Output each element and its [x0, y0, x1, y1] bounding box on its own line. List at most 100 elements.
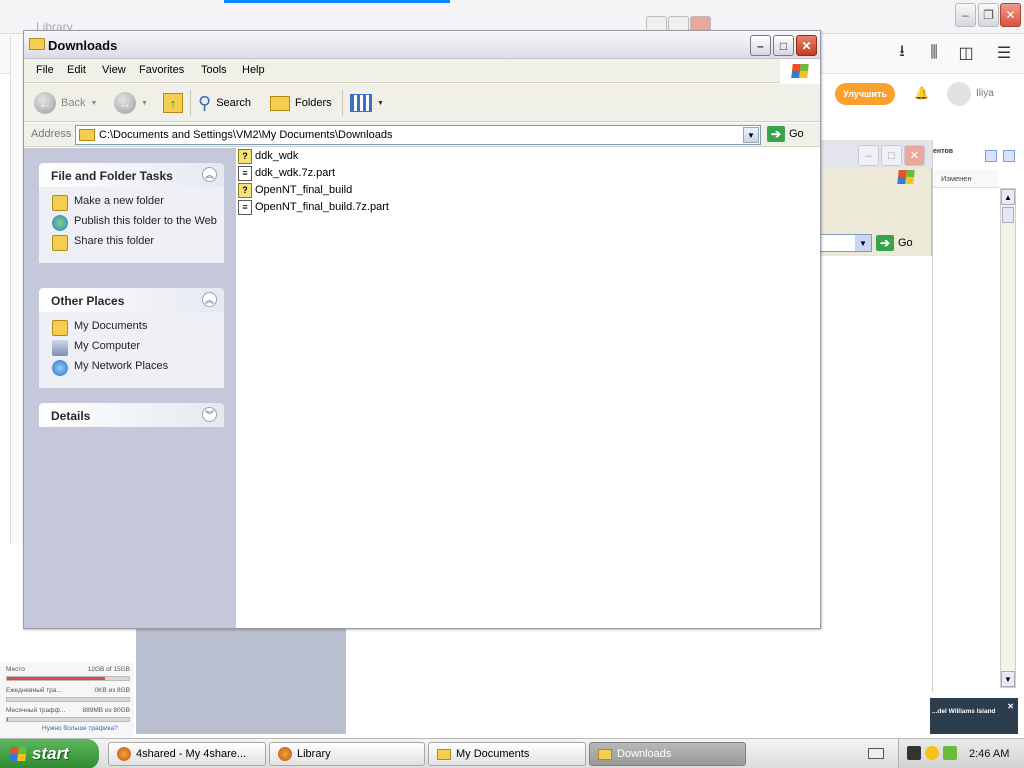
scroll-down-icon[interactable]: ▼: [1001, 671, 1015, 687]
task-make-new-folder[interactable]: Make a new folder: [52, 195, 224, 211]
task-label: Share this folder: [74, 235, 155, 247]
promo-banner[interactable]: ...del Williams Island ✕: [930, 698, 1018, 734]
collapse-icon[interactable]: ︽: [202, 167, 217, 182]
storage-panel: Место 12GB of 15GB Ежедневный тра... 0KB…: [0, 662, 134, 738]
go-button[interactable]: ➔ Go: [767, 126, 804, 142]
file-item[interactable]: ≡ ddk_wdk.7z.part: [238, 165, 335, 181]
taskbar-button-my-documents[interactable]: My Documents: [428, 742, 586, 766]
maximize-button[interactable]: □: [773, 35, 794, 56]
folders-label: Folders: [295, 97, 332, 109]
search-icon: ⚲: [198, 92, 212, 113]
chevron-down-icon[interactable]: ▼: [743, 127, 759, 143]
search-button[interactable]: ⚲ Search: [198, 90, 251, 116]
library-icon[interactable]: ⫼: [922, 42, 946, 64]
taskbar-button-downloads[interactable]: Downloads: [589, 742, 746, 766]
folders-button[interactable]: Folders: [270, 90, 332, 116]
avatar[interactable]: [947, 82, 971, 106]
bg-close-button[interactable]: ✕: [904, 145, 925, 166]
views-icon: [350, 94, 372, 112]
up-folder-button[interactable]: ↑: [163, 90, 183, 116]
file-folder-tasks-title: File and Folder Tasks: [51, 169, 173, 183]
minimize-button[interactable]: –: [750, 35, 771, 56]
close-button[interactable]: ✕: [796, 35, 817, 56]
bg-address-bar: ▼ ➔ Go: [818, 232, 932, 254]
user-name[interactable]: Iliya: [976, 88, 994, 99]
chevron-down-icon[interactable]: ▼: [141, 100, 148, 107]
bg-minimize-button[interactable]: –: [858, 145, 879, 166]
pane-scrollbar[interactable]: ▲ ▼: [1000, 188, 1016, 688]
download-icon[interactable]: ⭳: [890, 42, 914, 64]
expand-icon[interactable]: ︾: [202, 407, 217, 422]
sidebar-icon[interactable]: ◫: [954, 42, 978, 64]
task-share-folder[interactable]: Share this folder: [52, 235, 224, 251]
file-folder-tasks-body: Make a new folder Publish this folder to…: [39, 187, 224, 263]
menu-icon[interactable]: ☰: [992, 42, 1016, 64]
list-view-icon[interactable]: [1003, 150, 1015, 162]
collapse-icon[interactable]: ︽: [202, 292, 217, 307]
chevron-down-icon[interactable]: ▼: [377, 100, 384, 107]
file-item[interactable]: ≡ OpenNT_final_build.7z.part: [238, 199, 389, 215]
start-button[interactable]: start: [0, 739, 99, 768]
taskbar-button-4shared[interactable]: 4shared - My 4share...: [108, 742, 266, 766]
forward-button[interactable]: → ▼: [114, 90, 148, 116]
file-folder-tasks-header[interactable]: File and Folder Tasks ︽: [39, 163, 224, 187]
taskbar-button-label: Downloads: [617, 748, 672, 760]
downloads-window: Downloads – □ ✕ File Edit View Favorites…: [23, 30, 821, 629]
other-places-body: My Documents My Computer My Network Plac…: [39, 312, 224, 388]
taskbar-button-library[interactable]: Library: [269, 742, 425, 766]
forward-arrow-icon: →: [114, 92, 136, 114]
other-places-header[interactable]: Other Places ︽: [39, 288, 224, 312]
promo-text: ...del Williams Island: [932, 708, 996, 715]
details-header[interactable]: Details ︾: [39, 403, 224, 427]
grid-view-icon[interactable]: [985, 150, 997, 162]
place-my-computer[interactable]: My Computer: [52, 340, 224, 356]
update-icon[interactable]: [943, 746, 957, 760]
place-my-documents[interactable]: My Documents: [52, 320, 224, 336]
bell-icon[interactable]: 🔔: [914, 86, 929, 100]
bg-address-combo[interactable]: ▼: [818, 234, 872, 252]
space-label: Место: [6, 666, 25, 673]
unknown-file-icon: ?: [238, 148, 252, 164]
menu-help[interactable]: Help: [242, 64, 265, 76]
bg-maximize-button[interactable]: □: [881, 145, 902, 166]
clock[interactable]: 2:46 AM: [969, 748, 1009, 760]
file-item[interactable]: ? ddk_wdk: [238, 148, 298, 164]
place-my-network-places[interactable]: My Network Places: [52, 360, 224, 376]
more-traffic-link[interactable]: Нужно больше трафика?: [42, 725, 118, 732]
chevron-down-icon[interactable]: ▼: [855, 235, 871, 251]
file-item[interactable]: ? OpenNT_final_build: [238, 182, 352, 198]
taskbar-button-label: 4shared - My 4share...: [136, 748, 247, 760]
address-input[interactable]: C:\Documents and Settings\VM2\My Documen…: [75, 125, 761, 145]
upgrade-button[interactable]: Улучшить: [835, 83, 895, 105]
browser-restore-button[interactable]: ❐: [978, 3, 999, 27]
shield-icon[interactable]: [925, 746, 939, 760]
network-tray-icon[interactable]: [907, 746, 921, 760]
views-button[interactable]: ▼: [350, 90, 384, 116]
chevron-down-icon[interactable]: ▼: [90, 100, 97, 107]
daily-label: Ежедневный тра...: [6, 687, 62, 694]
file-name: ddk_wdk.7z.part: [255, 167, 336, 179]
menu-tools[interactable]: Tools: [201, 64, 227, 76]
network-icon: [52, 360, 68, 376]
task-publish-folder[interactable]: Publish this folder to the Web: [52, 215, 224, 231]
browser-close-button[interactable]: ✕: [1000, 3, 1021, 27]
address-path[interactable]: C:\Documents and Settings\VM2\My Documen…: [99, 129, 392, 141]
keyboard-icon[interactable]: [868, 748, 884, 759]
browser-minimize-button[interactable]: –: [955, 3, 976, 27]
scroll-thumb[interactable]: [1002, 207, 1014, 223]
bg-go-button[interactable]: ➔ Go: [876, 235, 913, 251]
place-label: My Documents: [74, 320, 148, 332]
close-icon[interactable]: ✕: [1007, 702, 1014, 711]
column-modified[interactable]: Изменен: [933, 170, 999, 188]
scroll-up-icon[interactable]: ▲: [1001, 189, 1015, 205]
unknown-file-icon: ?: [238, 182, 252, 198]
task-pane: File and Folder Tasks ︽ Make a new folde…: [24, 148, 236, 628]
menu-view[interactable]: View: [102, 64, 126, 76]
menu-edit[interactable]: Edit: [67, 64, 86, 76]
titlebar[interactable]: Downloads – □ ✕: [24, 31, 820, 59]
back-button[interactable]: ← Back ▼: [34, 90, 97, 116]
globe-icon: [52, 215, 68, 231]
menu-file[interactable]: File: [36, 64, 54, 76]
browser-tab-strip: – ❐ ✕: [0, 0, 1024, 34]
menu-favorites[interactable]: Favorites: [139, 64, 184, 76]
